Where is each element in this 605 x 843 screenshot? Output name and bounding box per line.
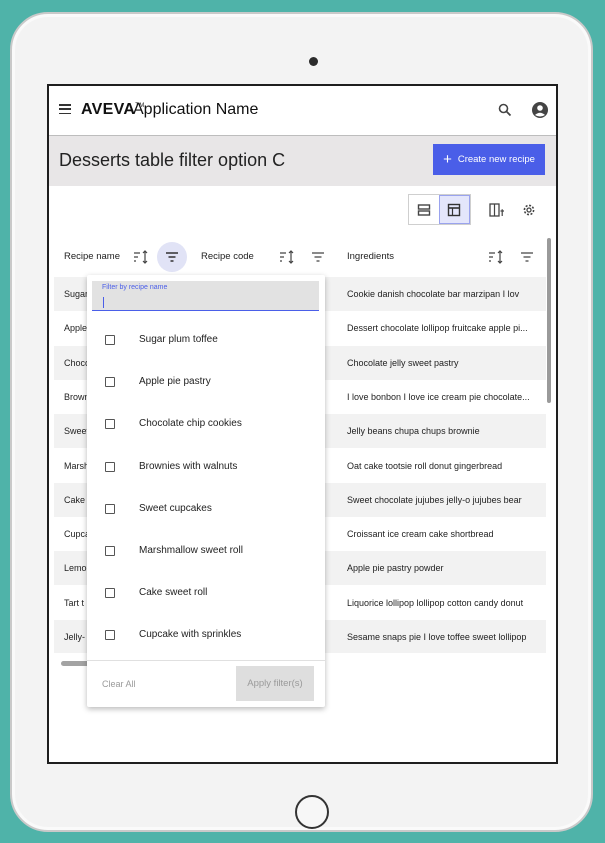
checkbox[interactable] (105, 630, 115, 641)
cell-ingredients: Apple pie pastry powder (347, 563, 444, 574)
apply-filters-button[interactable]: Apply filter(s) (236, 666, 314, 701)
sort-icon[interactable] (488, 250, 504, 264)
cell-recipe-name: Lemo (64, 563, 87, 574)
cell-ingredients: Cookie danish chocolate bar marzipan I l… (347, 289, 520, 299)
cell-ingredients: Sweet chocolate jujubes jelly-o jujubes … (347, 494, 522, 505)
filter-option-label: Cupcake with sprinkles (139, 629, 242, 641)
filter-field-label: Filter by recipe name (102, 284, 168, 291)
checkbox[interactable] (105, 419, 115, 430)
filter-option-label: Brownies with walnuts (139, 460, 238, 472)
list-view-icon (417, 203, 430, 216)
checkbox[interactable] (105, 546, 115, 556)
filter-option[interactable]: Sweet cupcakes (87, 489, 325, 531)
column-header-recipe-code[interactable]: Recipe code (201, 251, 254, 262)
cell-recipe-name: Jelly- (64, 632, 86, 642)
sort-icon[interactable] (133, 250, 149, 264)
home-button[interactable] (295, 795, 329, 829)
cell-recipe-name: Tart t (64, 597, 85, 608)
filter-option-label: Sugar plum toffee (139, 334, 218, 345)
filter-option-label: Cake sweet roll (139, 587, 208, 599)
table-view-icon (448, 203, 461, 216)
cell-recipe-name: Cake (64, 494, 86, 505)
cell-ingredients: Jelly beans chupa chups brownie (347, 426, 480, 437)
gear-icon[interactable] (522, 203, 536, 217)
cell-ingredients: Oat cake tootsie roll donut gingerbread (347, 460, 503, 471)
clear-all-button[interactable]: Clear All (102, 679, 136, 689)
cell-recipe-name: Marsh (64, 460, 90, 471)
filter-option[interactable]: Chocolate chip cookies (87, 404, 325, 446)
checkbox[interactable] (105, 461, 115, 472)
filter-option[interactable]: Cupcake with sprinkles (87, 615, 325, 657)
cell-recipe-name: Sweet (64, 426, 90, 437)
page-title-bar: Desserts table filter option C + Create … (49, 136, 556, 186)
column-header-ingredients[interactable]: Ingredients (347, 251, 394, 262)
plus-icon: + (443, 151, 452, 168)
filter-option[interactable]: Apple pie pastry (87, 362, 325, 404)
column-header-recipe-name[interactable]: Recipe name (64, 251, 120, 262)
cell-recipe-name: Apple (64, 323, 88, 334)
vertical-scrollbar[interactable] (547, 238, 551, 403)
filter-option-label: Marshmallow sweet roll (139, 545, 243, 556)
camera-icon (309, 57, 318, 66)
account-icon[interactable] (531, 101, 549, 119)
view-toggle (408, 194, 471, 225)
cell-ingredients: Croissant ice cream cake shortbread (347, 529, 494, 540)
filter-option[interactable]: Cake sweet roll (87, 573, 325, 615)
app-name: Application Name (133, 101, 259, 118)
table-header: Recipe name Recipe code Ingredients (54, 238, 546, 278)
cell-ingredients: Chocolate jelly sweet pastry (347, 357, 459, 368)
cell-recipe-name: Brown (64, 391, 90, 402)
create-recipe-label: Create new recipe (457, 154, 535, 165)
filter-field[interactable]: Filter by recipe name (92, 281, 319, 311)
checkbox[interactable] (105, 503, 115, 514)
checkbox[interactable] (105, 588, 115, 599)
filter-option-label: Sweet cupcakes (139, 502, 212, 514)
filter-popup: Filter by recipe name Sugar plum toffee A… (87, 275, 325, 707)
sort-icon[interactable] (279, 250, 295, 264)
app-screen: AVEVATM Application Name Desserts table … (47, 84, 558, 764)
search-icon[interactable] (497, 102, 513, 118)
menu-icon[interactable] (59, 104, 71, 115)
create-recipe-button[interactable]: + Create new recipe (433, 144, 545, 175)
filter-icon[interactable] (519, 250, 535, 264)
divider (87, 660, 325, 661)
cell-ingredients: Dessert chocolate lollipop fruitcake app… (347, 323, 528, 334)
list-view-toggle[interactable] (409, 195, 439, 224)
cell-ingredients: Liquorice lollipop lollipop cotton candy… (347, 597, 524, 608)
cell-ingredients: Sesame snaps pie I love toffee sweet lol… (347, 632, 527, 642)
cell-recipe-name: Sugar (64, 289, 89, 299)
filter-input[interactable] (100, 295, 314, 311)
columns-icon[interactable] (489, 203, 505, 217)
checkbox[interactable] (105, 335, 115, 345)
filter-option-label: Apple pie pastry (139, 376, 211, 388)
filter-option[interactable]: Marshmallow sweet roll (87, 531, 325, 573)
page-title: Desserts table filter option C (59, 150, 286, 170)
filter-icon[interactable] (164, 250, 180, 264)
filter-option[interactable]: Sugar plum toffee (87, 320, 325, 362)
app-bar: AVEVATM Application Name (49, 86, 556, 136)
filter-icon[interactable] (310, 250, 326, 264)
filter-option-label: Chocolate chip cookies (139, 418, 242, 430)
cell-ingredients: I love bonbon I love ice cream pie choco… (347, 391, 530, 402)
filter-option[interactable]: Brownies with walnuts (87, 447, 325, 489)
checkbox[interactable] (105, 377, 115, 388)
table-view-toggle[interactable] (438, 195, 470, 224)
